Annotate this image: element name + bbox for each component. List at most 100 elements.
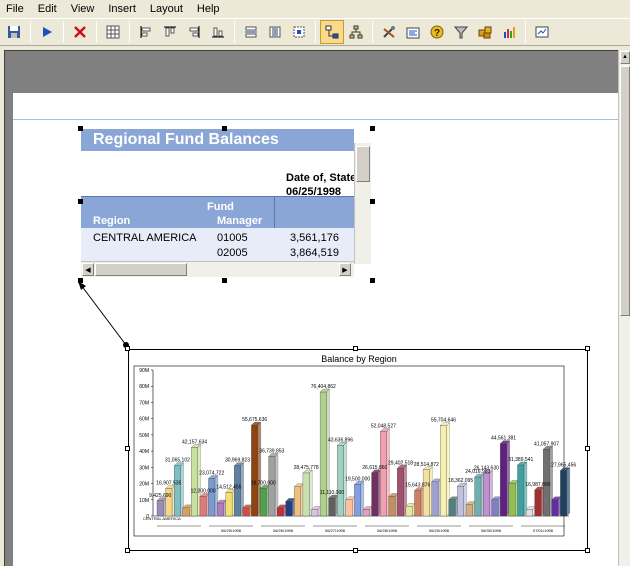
chart-wizard-button[interactable] (497, 20, 521, 44)
data-label: 29,402,518 (388, 460, 413, 466)
data-label: 23,074,722 (199, 471, 224, 477)
save-button[interactable] (2, 20, 26, 44)
resize-handle[interactable] (125, 346, 130, 351)
grid-button[interactable] (101, 20, 125, 44)
bar (517, 464, 525, 517)
resize-handle[interactable] (78, 278, 83, 283)
tree-layout-button[interactable] (344, 20, 368, 44)
menu-edit[interactable]: Edit (31, 0, 64, 18)
resize-handle[interactable] (78, 199, 83, 204)
align-top-button[interactable] (158, 20, 182, 44)
menu-view[interactable]: View (64, 0, 102, 18)
table-body: CENTRAL AMERICA 01005 3,561,176 02005 3,… (81, 228, 354, 261)
tools-button[interactable] (377, 20, 401, 44)
resize-handle[interactable] (222, 278, 227, 283)
data-label: 27,965,456 (551, 463, 576, 469)
data-label: 41,057,907 (534, 441, 559, 447)
preview-icon (535, 26, 549, 38)
toolbar-separator (525, 21, 526, 43)
y-tick-label: 30M (139, 465, 149, 471)
bar (560, 470, 568, 517)
connect-objects-button[interactable] (320, 20, 344, 44)
bar (216, 502, 224, 517)
resize-handle[interactable] (222, 126, 227, 131)
bar (182, 507, 190, 517)
menu-help[interactable]: Help (190, 0, 227, 18)
canvas-vertical-scrollbar[interactable]: ▲ (618, 50, 630, 566)
same-width-button[interactable] (239, 20, 263, 44)
resize-handle[interactable] (353, 346, 358, 351)
data-label: 26,615,860 (362, 465, 387, 471)
table-vertical-scrollbar[interactable] (354, 143, 371, 264)
resize-handle[interactable] (370, 126, 375, 131)
properties-icon (406, 27, 420, 39)
bar-chart: Balance by Region 010M20M30M40M50M60M70M… (133, 354, 576, 537)
x-axis-label: 06/27/1998 (325, 528, 346, 533)
menu-file[interactable]: File (0, 0, 31, 18)
align-right-button[interactable] (182, 20, 206, 44)
table-title: Regional Fund Balances (81, 129, 354, 151)
bar (551, 499, 559, 517)
bar-side (326, 388, 330, 517)
align-left-icon (140, 26, 151, 38)
properties-button[interactable] (401, 20, 425, 44)
data-label: 18,362,095 (448, 478, 473, 484)
data-label: 28,475,778 (294, 465, 319, 471)
cell-balance: 3,864,519 (290, 247, 339, 259)
data-label: 26,143,630 (474, 466, 499, 472)
y-tick-label: 20M (139, 482, 149, 488)
scroll-thumb[interactable] (620, 66, 630, 316)
connector-arrow[interactable] (70, 272, 140, 352)
header-region: Region (93, 215, 131, 227)
bar (311, 509, 319, 517)
menu-insert[interactable]: Insert (101, 0, 143, 18)
resize-handle[interactable] (370, 278, 375, 283)
delete-button[interactable] (68, 20, 92, 44)
scroll-up-arrow[interactable]: ▲ (620, 51, 630, 64)
table-hscroll-thumb[interactable] (95, 263, 187, 276)
filter-button[interactable] (449, 20, 473, 44)
toolbar-separator (234, 21, 235, 43)
save-icon (8, 26, 20, 38)
resize-handle[interactable] (125, 548, 130, 553)
svg-text:?: ? (434, 28, 440, 39)
chart-wizard-icon (504, 27, 515, 38)
resize-handle[interactable] (585, 446, 590, 451)
menu-layout[interactable]: Layout (143, 0, 190, 18)
align-right-icon (189, 26, 200, 38)
help-button[interactable]: ? (425, 20, 449, 44)
same-height-button[interactable] (263, 20, 287, 44)
objects-button[interactable] (473, 20, 497, 44)
resize-handle[interactable] (370, 199, 375, 204)
x-axis-label: 06/28/1998 (377, 528, 398, 533)
table-object[interactable]: Regional Fund Balances Date of, State 06… (81, 129, 373, 280)
toolbar-separator (30, 21, 31, 43)
delete-icon (74, 26, 86, 38)
table-vscroll-thumb[interactable] (356, 146, 370, 182)
data-label: 16,987,890 (525, 482, 550, 488)
data-label: 31,389,541 (508, 457, 533, 463)
align-left-button[interactable] (134, 20, 158, 44)
data-label: 16,907,535 (156, 481, 181, 487)
same-size-button[interactable] (287, 20, 311, 44)
resize-handle[interactable] (353, 548, 358, 553)
scroll-right-arrow[interactable]: ▶ (339, 263, 351, 276)
help-icon: ? (430, 25, 444, 39)
table-horizontal-scrollbar[interactable]: ◀ ▶ (81, 261, 354, 277)
resize-handle[interactable] (585, 548, 590, 553)
resize-handle[interactable] (585, 346, 590, 351)
preview-button[interactable] (530, 20, 554, 44)
resize-handle[interactable] (125, 446, 130, 451)
tools-icon (383, 26, 395, 38)
cell-balance: 3,561,176 (290, 232, 339, 244)
data-label: 11,110,000 (320, 490, 345, 496)
resize-handle[interactable] (78, 126, 83, 131)
data-label: 15,643,876 (405, 483, 430, 489)
scroll-left-arrow[interactable]: ◀ (82, 263, 94, 276)
bar (397, 468, 404, 517)
cell-manager: 02005 (217, 247, 248, 259)
align-bottom-button[interactable] (206, 20, 230, 44)
run-button[interactable] (35, 20, 59, 44)
chart-object[interactable]: Balance by Region 0 10M 20M 30M 40M 50M 60M 70M… (128, 349, 588, 551)
bar (259, 488, 267, 517)
